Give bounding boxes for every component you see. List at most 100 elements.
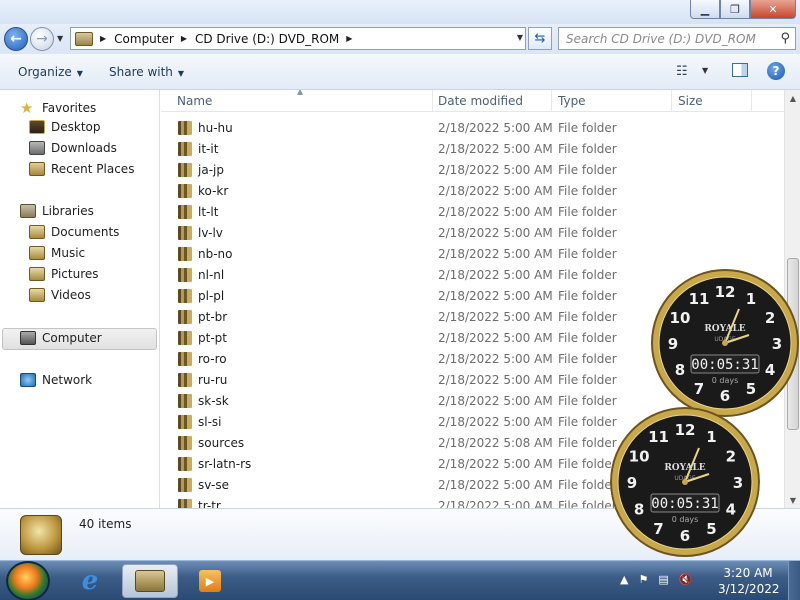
scroll-down-icon[interactable]: ▼ bbox=[785, 492, 800, 508]
column-divider[interactable] bbox=[671, 90, 672, 112]
file-row[interactable]: lt-lt 2/18/2022 5:00 AM File folder bbox=[161, 202, 784, 223]
refresh-button[interactable]: ⇆ bbox=[528, 27, 552, 50]
show-hidden-icons-icon[interactable]: ▲ bbox=[620, 573, 628, 586]
share-with-button[interactable]: Share with ▼ bbox=[109, 65, 184, 79]
clock-date: 3/12/2022 bbox=[718, 582, 780, 596]
nav-music[interactable]: Music bbox=[29, 246, 85, 260]
file-name: pt-pt bbox=[198, 331, 227, 345]
nav-pictures[interactable]: Pictures bbox=[29, 267, 99, 281]
close-button[interactable]: ✕ bbox=[750, 0, 796, 19]
address-bar[interactable]: ▶ Computer ▶ CD Drive (D:) DVD_ROM ▶ ▼ bbox=[70, 27, 526, 50]
nav-documents[interactable]: Documents bbox=[29, 225, 119, 239]
file-name: it-it bbox=[198, 142, 219, 156]
computer-icon bbox=[20, 331, 36, 345]
network-status-icon[interactable]: ▤ bbox=[658, 573, 668, 586]
clock-hour-label: 7 bbox=[694, 380, 704, 398]
file-row[interactable]: it-it 2/18/2022 5:00 AM File folder bbox=[161, 139, 784, 160]
clock-timer: 00:05:31 bbox=[651, 496, 718, 512]
nav-videos[interactable]: Videos bbox=[29, 288, 91, 302]
file-name: lv-lv bbox=[198, 226, 223, 240]
minimize-button[interactable]: ▁ bbox=[690, 0, 720, 19]
clock-hour-label: 10 bbox=[670, 309, 691, 327]
file-date-modified: 2/18/2022 5:00 AM bbox=[438, 247, 553, 261]
file-date-modified: 2/18/2022 5:00 AM bbox=[438, 394, 553, 408]
clock-hour-label: 2 bbox=[726, 448, 736, 466]
column-header-date-modified[interactable]: Date modified bbox=[438, 94, 523, 108]
breadcrumb-computer[interactable]: Computer bbox=[114, 32, 174, 46]
file-date-modified: 2/18/2022 5:00 AM bbox=[438, 205, 553, 219]
column-divider[interactable] bbox=[551, 90, 552, 112]
clock-hour-label: 6 bbox=[720, 387, 730, 405]
clock-hour-label: 7 bbox=[653, 520, 663, 538]
taskbar-media-player[interactable]: ▶ bbox=[182, 564, 238, 598]
start-button-icon[interactable] bbox=[6, 561, 50, 600]
file-row[interactable]: lv-lv 2/18/2022 5:00 AM File folder bbox=[161, 223, 784, 244]
folder-icon bbox=[178, 331, 192, 345]
clock-timer: 00:05:31 bbox=[691, 357, 758, 373]
file-row[interactable]: nb-no 2/18/2022 5:00 AM File folder bbox=[161, 244, 784, 265]
file-date-modified: 2/18/2022 5:08 AM bbox=[438, 436, 553, 450]
title-bar: ▁ ❐ ✕ bbox=[0, 0, 800, 24]
file-row[interactable]: hu-hu 2/18/2022 5:00 AM File folder bbox=[161, 118, 784, 139]
file-type: File folder bbox=[558, 163, 617, 177]
chevron-down-icon: ▼ bbox=[76, 69, 83, 78]
search-input[interactable]: Search CD Drive (D:) DVD_ROM ⚲ bbox=[558, 27, 796, 50]
folder-icon bbox=[178, 394, 192, 408]
maximize-button[interactable]: ❐ bbox=[720, 0, 750, 19]
downloads-icon bbox=[29, 141, 45, 155]
clock-hour-label: 4 bbox=[765, 361, 775, 379]
file-date-modified: 2/18/2022 5:00 AM bbox=[438, 499, 553, 508]
search-icon[interactable]: ⚲ bbox=[780, 31, 790, 46]
clock-hour-label: 8 bbox=[634, 501, 644, 519]
clock-hour-label: 1 bbox=[706, 428, 716, 446]
change-view-icon[interactable]: ☷ bbox=[676, 64, 688, 79]
taskbar-internet-explorer[interactable]: e bbox=[62, 564, 118, 598]
show-desktop-button[interactable] bbox=[788, 561, 800, 600]
back-button[interactable]: ← bbox=[4, 27, 28, 51]
clock-gadget[interactable]: 12 1234567891011ROYALEUDAGE00:05:310 days bbox=[610, 404, 760, 559]
column-header-name[interactable]: Name bbox=[177, 94, 212, 108]
file-row[interactable]: ja-jp 2/18/2022 5:00 AM File folder bbox=[161, 160, 784, 181]
action-center-flag-icon[interactable]: ⚑ bbox=[638, 573, 648, 586]
folder-icon bbox=[178, 163, 192, 177]
forward-arrow-icon: → bbox=[36, 31, 48, 47]
nav-desktop[interactable]: Desktop bbox=[29, 120, 101, 134]
taskbar-windows-explorer[interactable] bbox=[122, 564, 178, 598]
help-icon[interactable]: ? bbox=[767, 62, 785, 80]
volume-muted-icon[interactable]: 🔇 bbox=[679, 573, 693, 586]
breadcrumb-cd-drive[interactable]: CD Drive (D:) DVD_ROM bbox=[195, 32, 339, 46]
scroll-up-icon[interactable]: ▲ bbox=[785, 90, 800, 106]
recent-pages-dropdown[interactable]: ▼ bbox=[57, 34, 63, 43]
nav-libraries[interactable]: Libraries bbox=[20, 204, 94, 218]
chevron-right-icon[interactable]: ▶ bbox=[181, 34, 187, 43]
system-clock[interactable]: 3:20 AM 3/12/2022 bbox=[718, 565, 780, 597]
file-date-modified: 2/18/2022 5:00 AM bbox=[438, 352, 553, 366]
file-name: sl-si bbox=[198, 415, 222, 429]
chevron-right-icon[interactable]: ▶ bbox=[100, 34, 106, 43]
forward-button[interactable]: → bbox=[30, 27, 54, 51]
column-header-row: ▲ Name Date modified Type Size bbox=[161, 90, 784, 112]
column-header-type[interactable]: Type bbox=[558, 94, 586, 108]
column-divider[interactable] bbox=[432, 90, 433, 112]
file-type: File folder bbox=[558, 268, 617, 282]
nav-favorites[interactable]: ★ Favorites bbox=[20, 99, 96, 117]
preview-pane-icon[interactable] bbox=[732, 63, 748, 77]
column-header-size[interactable]: Size bbox=[678, 94, 703, 108]
file-row[interactable]: ko-kr 2/18/2022 5:00 AM File folder bbox=[161, 181, 784, 202]
nav-network[interactable]: Network bbox=[20, 373, 92, 387]
view-options-dropdown-icon[interactable]: ▼ bbox=[702, 66, 708, 75]
star-icon: ★ bbox=[20, 99, 34, 117]
chevron-right-icon[interactable]: ▶ bbox=[346, 34, 352, 43]
file-date-modified: 2/18/2022 5:00 AM bbox=[438, 121, 553, 135]
address-dropdown-icon[interactable]: ▼ bbox=[517, 33, 523, 42]
nav-computer[interactable]: Computer bbox=[20, 331, 102, 345]
file-name: sv-se bbox=[198, 478, 229, 492]
clock-gadget[interactable]: 12 1234567891011ROYALEUDAGE00:05:310 days bbox=[650, 268, 800, 418]
column-divider[interactable] bbox=[751, 90, 752, 112]
clock-hour-label: 5 bbox=[746, 380, 756, 398]
organize-button[interactable]: Organize ▼ bbox=[18, 65, 83, 79]
nav-downloads[interactable]: Downloads bbox=[29, 141, 117, 155]
clock-hour-label: 12 bbox=[715, 283, 736, 301]
music-icon bbox=[29, 246, 45, 260]
nav-recent-places[interactable]: Recent Places bbox=[29, 162, 134, 176]
